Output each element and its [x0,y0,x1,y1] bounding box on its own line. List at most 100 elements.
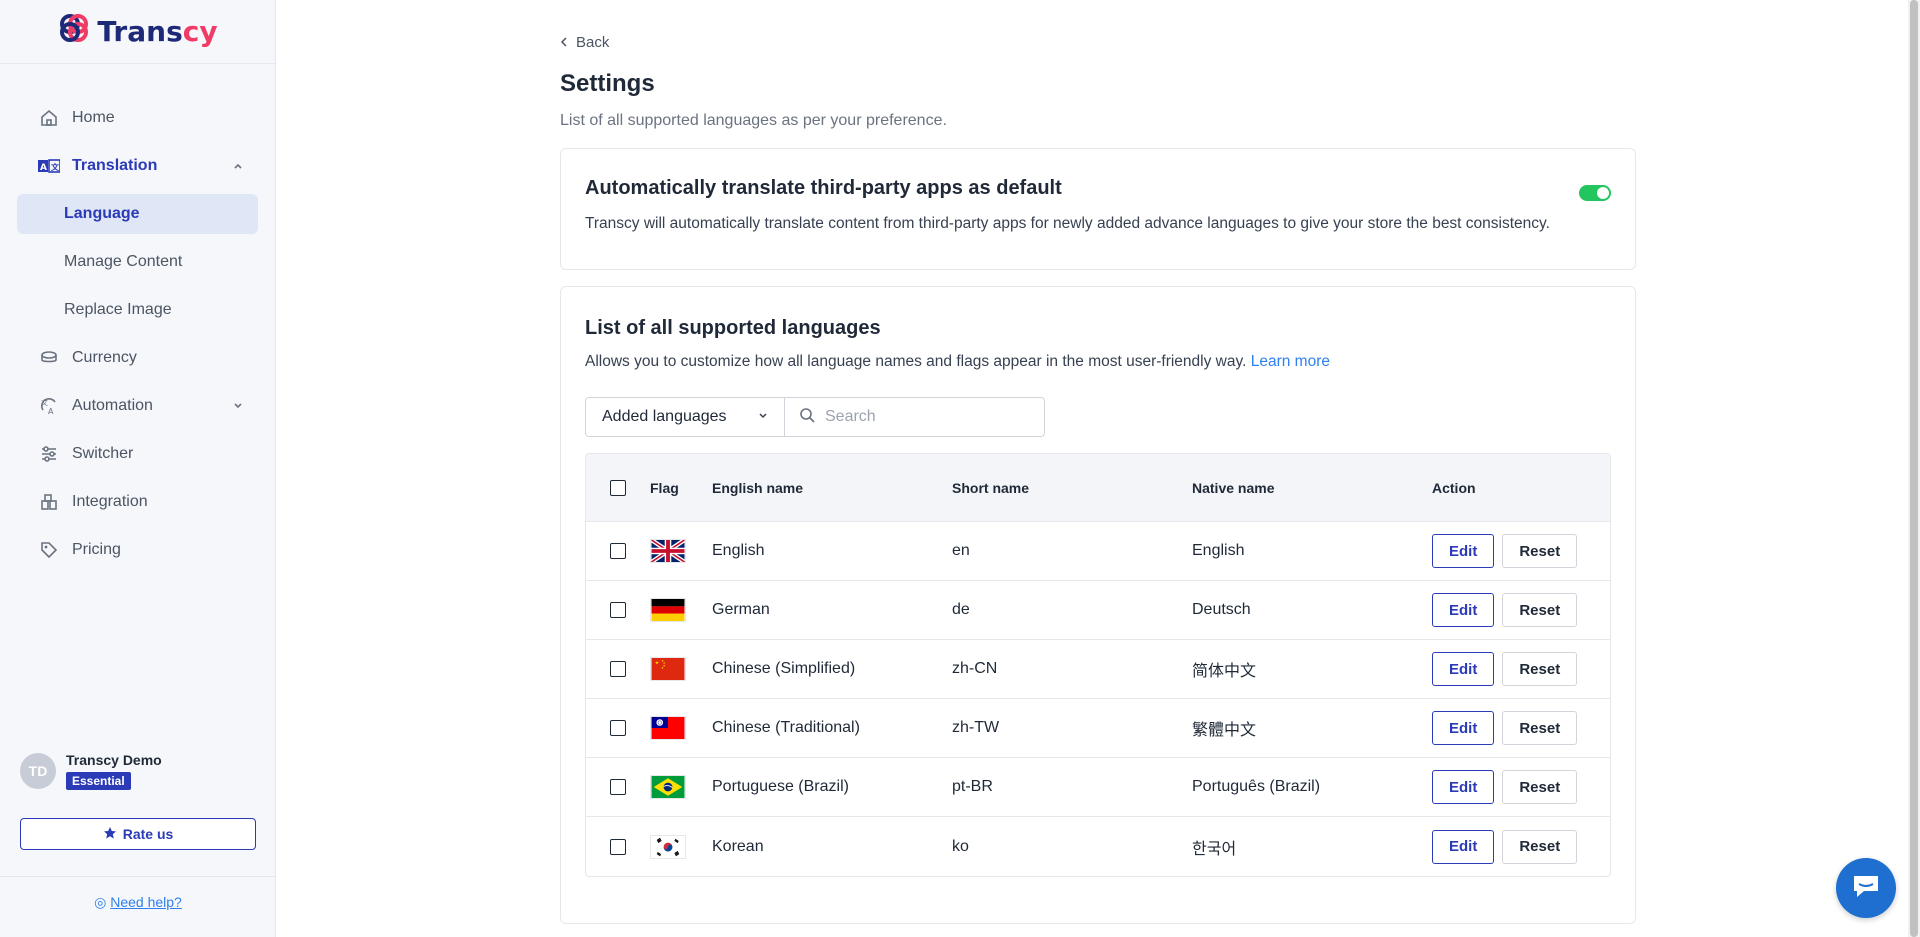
reset-button[interactable]: Reset [1502,534,1578,568]
row-checkbox[interactable] [610,661,626,677]
english-name-cell: German [712,601,770,618]
sidebar-item-label: Home [72,109,115,126]
sidebar-item-currency[interactable]: Currency [0,334,275,382]
uk-flag-icon [650,539,686,563]
sidebar-subitem-manage-content[interactable]: Manage Content [0,238,275,286]
germany-flag-icon [650,598,686,622]
page-scrollbar[interactable] [1908,0,1920,937]
auto-translate-toggle[interactable] [1579,185,1611,201]
row-checkbox[interactable] [610,838,626,855]
languages-card: List of all supported languages Allows y… [560,286,1636,924]
header-short-name: Short name [952,479,1030,496]
sidebar-item-switcher[interactable]: Switcher [0,430,275,478]
language-filter-bar: Added languages [585,397,1045,437]
edit-button[interactable]: Edit [1432,652,1495,686]
language-filter-select[interactable]: Added languages [585,397,785,437]
native-name-cell: 한국어 [1192,840,1237,858]
user-profile[interactable]: TD Transcy Demo Essential [20,752,162,790]
languages-description-text: Allows you to customize how all language… [585,353,1247,370]
sidebar-item-label: Pricing [72,541,121,558]
table-row: German de Deutsch Edit Reset [586,581,1610,640]
auto-translate-description: Transcy will automatically translate con… [585,215,1550,232]
help-link[interactable]: ◎ Need help? [0,894,276,911]
globe-icon: ◎ [94,894,107,910]
rate-us-button[interactable]: Rate us [20,818,256,850]
header-native-name: Native name [1192,479,1275,496]
scrollbar-thumb[interactable] [1910,0,1918,937]
table-row: Portuguese (Brazil) pt-BR Português (Bra… [586,758,1610,817]
edit-button[interactable]: Edit [1432,593,1495,627]
svg-text:文: 文 [51,162,60,172]
table-row: English en English Edit Reset [586,522,1610,581]
row-checkbox[interactable] [610,720,626,736]
taiwan-flag-icon [650,716,686,740]
edit-button[interactable]: Edit [1432,711,1495,745]
plan-badge: Essential [66,772,131,790]
row-checkbox[interactable] [610,602,626,618]
chat-support-button[interactable] [1836,858,1896,918]
reset-button[interactable]: Reset [1502,711,1578,745]
sidebar-item-pricing[interactable]: Pricing [0,526,275,574]
brazil-flag-icon [650,775,686,799]
reset-button[interactable]: Reset [1502,829,1578,864]
coins-icon [38,347,60,369]
header-action: Action [1432,479,1476,496]
reset-button[interactable]: Reset [1502,770,1578,804]
brand-name: Trans [97,15,183,48]
languages-table: Flag English name Short name Native name… [585,453,1611,877]
brand-name-accent: cy [182,15,218,48]
automation-icon: A文 [38,395,60,417]
chevron-down-icon [758,408,768,426]
native-name-cell: Deutsch [1192,601,1251,618]
english-name-cell: Portuguese (Brazil) [712,778,849,795]
native-name-cell: Português (Brazil) [1192,778,1321,795]
native-name-cell: 繁體中文 [1192,722,1257,739]
sidebar-subitem-language[interactable]: Language [17,194,258,234]
header-english-name: English name [712,479,804,496]
chevron-down-icon [233,398,243,416]
table-row: Chinese (Traditional) zh-TW 繁體中文 Edit Re… [586,699,1610,758]
select-all-checkbox[interactable] [610,479,626,496]
brand-logo[interactable]: Transcy [57,11,218,52]
sidebar-item-label: Currency [72,349,137,366]
short-name-cell: de [952,601,970,618]
avatar: TD [20,753,56,789]
short-name-cell: zh-TW [952,719,1000,736]
integration-icon [38,491,60,513]
help-label: Need help? [110,894,182,910]
page-subtitle: List of all supported languages as per y… [560,112,947,129]
english-name-cell: Korean [712,837,764,855]
sidebar-item-label: Translation [72,157,158,174]
sidebar-item-label: Switcher [72,445,134,462]
edit-button[interactable]: Edit [1432,534,1495,568]
sidebar-item-translation[interactable]: A文 Translation [0,142,275,190]
native-name-cell: English [1192,542,1245,559]
row-checkbox[interactable] [610,543,626,559]
back-label: Back [576,34,610,51]
native-name-cell: 简体中文 [1192,663,1257,680]
search-input[interactable] [825,408,1025,426]
edit-button[interactable]: Edit [1432,770,1495,804]
svg-text:文: 文 [41,398,48,407]
back-link[interactable]: Back [560,34,609,51]
sidebar-item-automation[interactable]: A文 Automation [0,382,275,430]
auto-translate-card: Automatically translate third-party apps… [560,148,1636,270]
sidebar-item-label: Integration [72,493,148,510]
rate-us-label: Rate us [122,826,174,842]
reset-button[interactable]: Reset [1502,593,1578,627]
learn-more-link[interactable]: Learn more [1251,353,1330,370]
svg-text:A: A [40,163,47,173]
reset-button[interactable]: Reset [1502,652,1578,686]
chevron-left-icon [560,34,568,51]
edit-button[interactable]: Edit [1432,829,1495,864]
korea-flag-icon [650,834,686,859]
english-name-cell: Chinese (Traditional) [712,719,860,736]
row-checkbox[interactable] [610,779,626,795]
logo-area: Transcy [0,0,275,64]
translate-icon: A文 [38,155,60,177]
sidebar-subitem-replace-image[interactable]: Replace Image [0,286,275,334]
sidebar-item-integration[interactable]: Integration [0,478,275,526]
svg-text:A: A [48,407,54,416]
sidebar-item-home[interactable]: Home [0,94,275,142]
language-filter-value: Added languages [602,408,727,425]
